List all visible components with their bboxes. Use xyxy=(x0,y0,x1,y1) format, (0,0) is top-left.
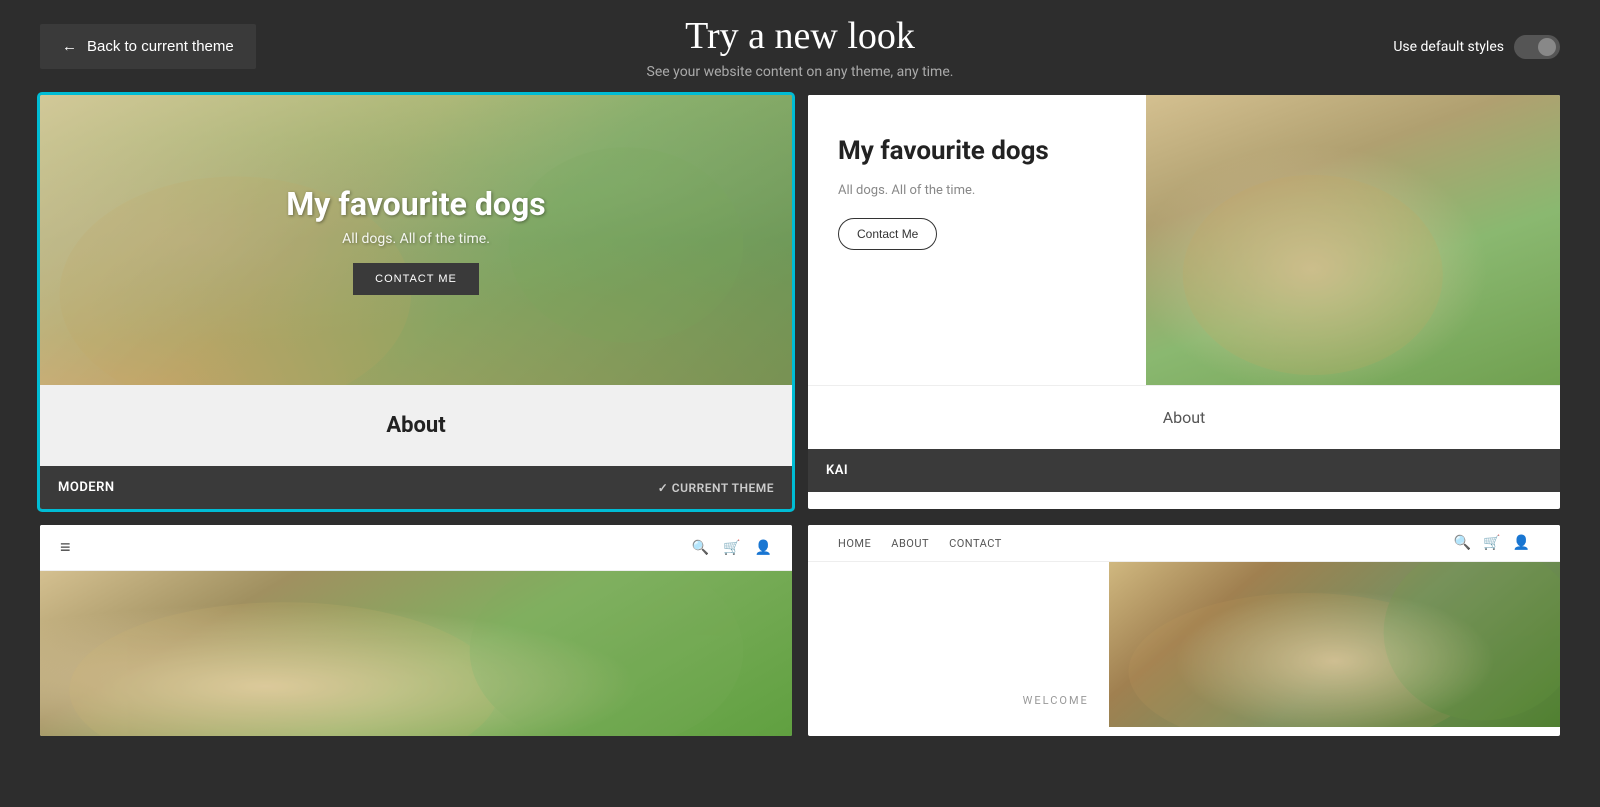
hamburger-icon: ≡ xyxy=(60,537,71,558)
kai-hero-subtitle: All dogs. All of the time. xyxy=(838,183,1116,198)
nav-about: ABOUT xyxy=(891,537,929,550)
kai-text-section: My favourite dogs All dogs. All of the t… xyxy=(808,95,1146,385)
default-styles-control: Use default styles xyxy=(1393,35,1560,59)
current-theme-badge: ✓ CURRENT THEME xyxy=(658,481,774,495)
theme-grid: My favourite dogs All dogs. All of the t… xyxy=(0,85,1600,756)
modern-preview: My favourite dogs All dogs. All of the t… xyxy=(40,95,792,466)
kai-theme-footer: KAI xyxy=(808,449,1560,492)
modern-hero-content: My favourite dogs All dogs. All of the t… xyxy=(286,185,545,295)
third-nav: ≡ 🔍 🛒 👤 xyxy=(40,525,792,571)
theme-card-kai[interactable]: My favourite dogs All dogs. All of the t… xyxy=(808,95,1560,509)
fourth-nav-links: HOME ABOUT CONTACT xyxy=(838,537,1002,550)
cart-icon: 🛒 xyxy=(1483,535,1500,551)
fourth-overlay-svg xyxy=(1109,562,1560,727)
third-overlay-svg xyxy=(40,571,792,736)
modern-hero-subtitle: All dogs. All of the time. xyxy=(286,231,545,247)
kai-about-label: About xyxy=(1163,408,1206,427)
fourth-hero: WELCOME xyxy=(808,562,1560,727)
kai-overlay-svg xyxy=(1146,95,1560,385)
modern-about-section: About xyxy=(40,385,792,466)
page-subtitle: See your website content on any theme, a… xyxy=(647,64,954,80)
fourth-nav-icons: 🔍 🛒 👤 xyxy=(1454,535,1530,551)
nav-home: HOME xyxy=(838,537,871,550)
header: ← Back to current theme Try a new look S… xyxy=(0,0,1600,85)
modern-about-label: About xyxy=(386,413,445,438)
kai-contact-button[interactable]: Contact Me xyxy=(838,218,937,250)
modern-theme-name: MODERN xyxy=(58,480,115,495)
third-nav-icons: 🔍 🛒 👤 xyxy=(692,540,772,556)
nav-contact: CONTACT xyxy=(949,537,1002,550)
kai-hero-title: My favourite dogs xyxy=(838,135,1116,169)
theme-card-4[interactable]: HOME ABOUT CONTACT 🔍 🛒 👤 WELCOME xyxy=(808,525,1560,736)
search-icon: 🔍 xyxy=(692,540,709,556)
modern-hero: My favourite dogs All dogs. All of the t… xyxy=(40,95,792,385)
kai-preview: My favourite dogs All dogs. All of the t… xyxy=(808,95,1560,449)
cart-icon: 🛒 xyxy=(723,540,740,556)
fourth-welcome-label: WELCOME xyxy=(1023,694,1089,707)
fourth-hero-image xyxy=(1109,562,1560,727)
modern-contact-button[interactable]: CONTACT ME xyxy=(353,263,479,295)
header-center: Try a new look See your website content … xyxy=(647,14,954,80)
default-styles-label: Use default styles xyxy=(1393,39,1504,55)
fourth-nav: HOME ABOUT CONTACT 🔍 🛒 👤 xyxy=(808,525,1560,562)
theme-card-modern[interactable]: My favourite dogs All dogs. All of the t… xyxy=(40,95,792,509)
kai-hero: My favourite dogs All dogs. All of the t… xyxy=(808,95,1560,385)
kai-image-section xyxy=(1146,95,1560,385)
theme-card-3[interactable]: ≡ 🔍 🛒 👤 xyxy=(40,525,792,736)
arrow-left-icon: ← xyxy=(62,38,77,55)
page-title: Try a new look xyxy=(647,14,954,58)
modern-theme-footer: MODERN ✓ CURRENT THEME xyxy=(40,466,792,509)
third-hero xyxy=(40,571,792,736)
kai-about-section: About xyxy=(808,385,1560,449)
default-styles-toggle[interactable] xyxy=(1514,35,1560,59)
back-button[interactable]: ← Back to current theme xyxy=(40,24,256,69)
account-icon: 👤 xyxy=(755,540,772,556)
kai-theme-name: KAI xyxy=(826,463,848,478)
modern-hero-title: My favourite dogs xyxy=(286,185,545,223)
account-icon: 👤 xyxy=(1513,535,1530,551)
fourth-hero-text: WELCOME xyxy=(808,562,1109,727)
back-button-label: Back to current theme xyxy=(87,38,234,55)
search-icon: 🔍 xyxy=(1454,535,1471,551)
